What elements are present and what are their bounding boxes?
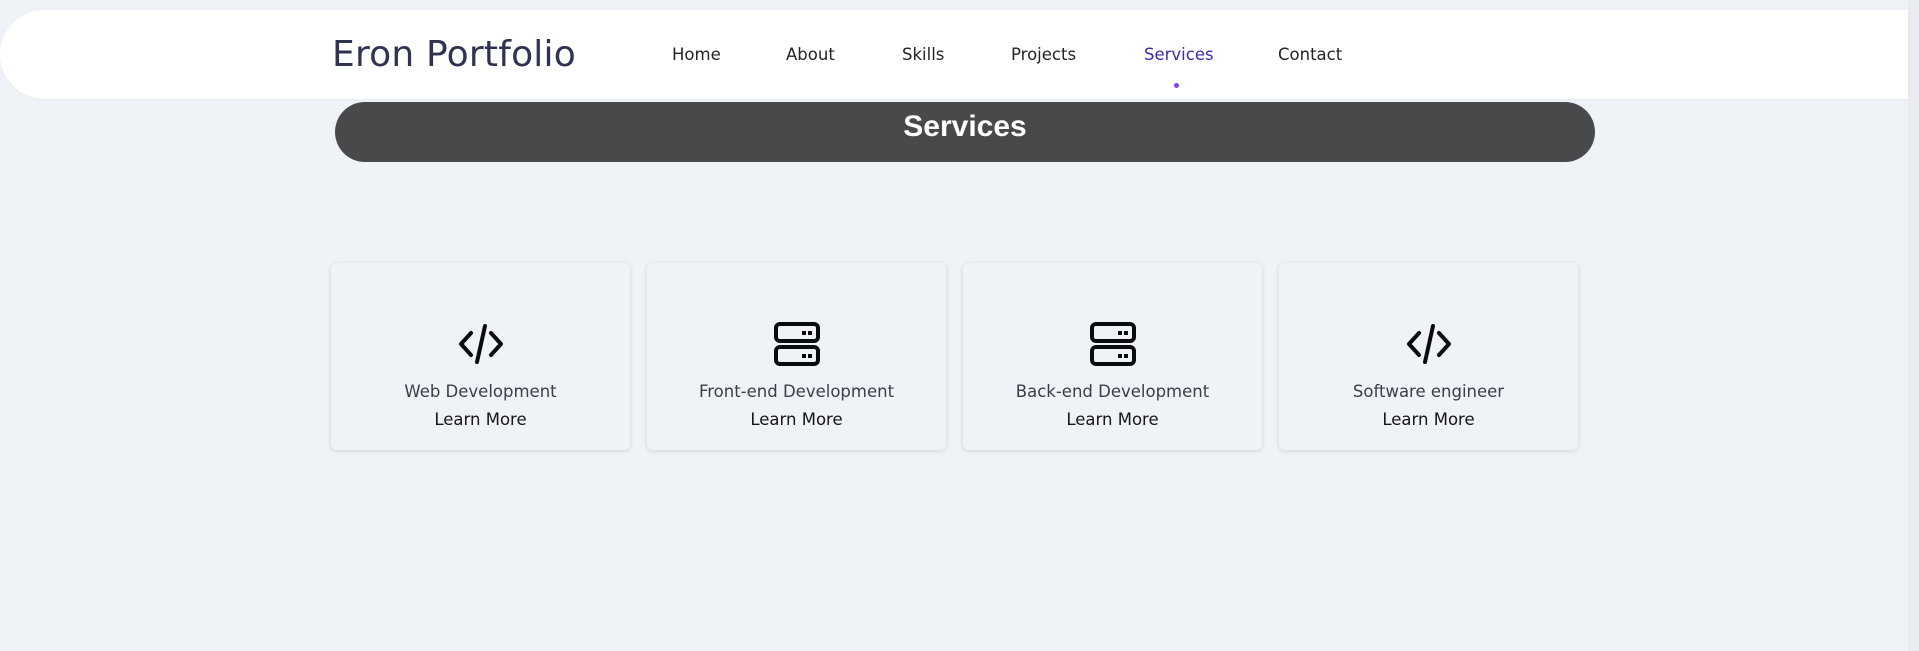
service-title: Front-end Development [698,382,895,401]
nav-item-about[interactable]: About [786,45,835,64]
service-card-back-end-development: Back-end Development Learn More [963,263,1262,450]
service-title: Back-end Development [1015,382,1210,401]
section-banner: Services [335,102,1595,162]
learn-more-link[interactable]: Learn More [331,410,630,429]
page: Eron Portfolio Home About Skills Project… [0,0,1919,651]
server-icon [647,320,946,368]
service-card-software-engineer: Software engineer Learn More [1279,263,1578,450]
service-title: Web Development [404,382,557,401]
code-icon [1279,320,1578,368]
service-card-web-development: Web Development Learn More [331,263,630,450]
active-nav-indicator [1174,83,1179,88]
service-title: Software engineer [1352,382,1505,401]
learn-more-link[interactable]: Learn More [1279,410,1578,429]
service-card-front-end-development: Front-end Development Learn More [647,263,946,450]
nav-item-home[interactable]: Home [672,45,721,64]
nav-item-contact[interactable]: Contact [1278,45,1342,64]
learn-more-link[interactable]: Learn More [963,410,1262,429]
nav-item-projects[interactable]: Projects [1011,45,1076,64]
nav-item-services[interactable]: Services [1144,45,1214,64]
nav-item-skills[interactable]: Skills [902,45,944,64]
navbar: Eron Portfolio Home About Skills Project… [0,10,1908,99]
server-icon [963,320,1262,368]
scrollbar-track[interactable] [1908,0,1919,651]
section-title: Services [903,110,1027,143]
brand-logo[interactable]: Eron Portfolio [332,34,576,75]
code-icon [331,320,630,368]
learn-more-link[interactable]: Learn More [647,410,946,429]
